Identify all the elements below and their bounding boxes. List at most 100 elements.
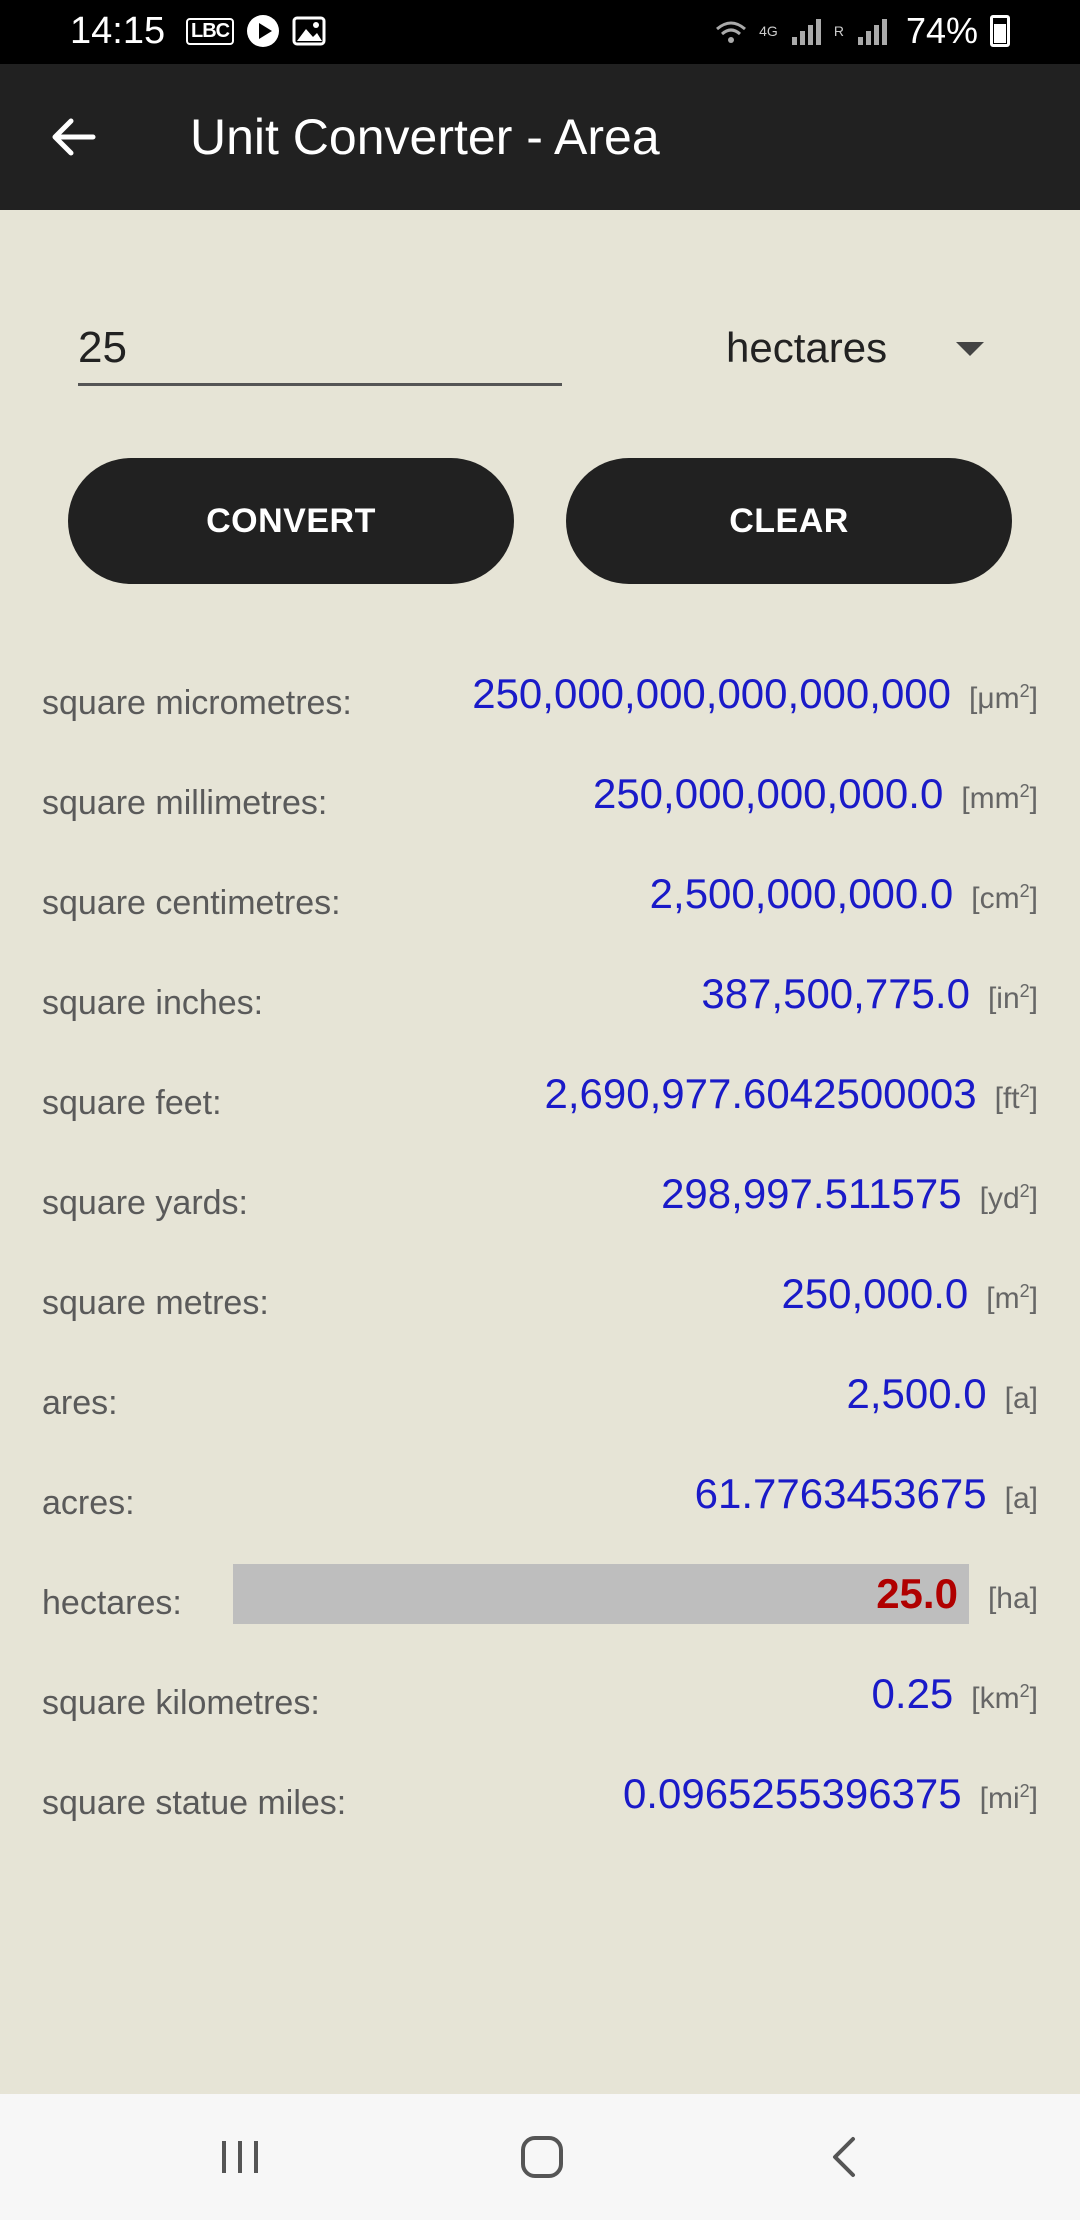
result-value-group: 2,690,977.6042500003 [ft2]: [545, 1070, 1080, 1118]
result-unit: [in2]: [987, 981, 1038, 1015]
result-row: square metres: 250,000.0 [m2]: [0, 1250, 1080, 1350]
result-unit-exponent: 2: [1019, 1781, 1030, 1801]
result-unit-exponent: 2: [1019, 881, 1030, 901]
status-bar: 14:15 LBC 4G R 74%: [0, 0, 1080, 64]
result-value-group: 0.0965255396375 [mi2]: [623, 1770, 1080, 1818]
result-value-group: 250,000.0 [m2]: [781, 1270, 1080, 1318]
result-unit: [ft2]: [994, 1081, 1038, 1115]
result-value: 2,500.0: [846, 1370, 987, 1417]
result-row: square millimetres: 250,000,000,000.0 [mm2…: [0, 750, 1080, 850]
result-label: square micrometres:: [42, 684, 352, 722]
result-unit-symbol: cm: [979, 882, 1020, 915]
result-unit-symbol: in: [996, 982, 1020, 1015]
result-label: square metres:: [42, 1284, 269, 1322]
result-unit: [cm2]: [971, 881, 1038, 915]
status-time: 14:15: [70, 10, 166, 52]
result-row: square statue miles: 0.0965255396375 [mi2]: [0, 1750, 1080, 1850]
result-unit-exponent: 2: [1019, 781, 1030, 801]
unit-dropdown[interactable]: hectares: [700, 312, 1000, 386]
result-label: square statue miles:: [42, 1784, 347, 1822]
result-unit: [mm2]: [961, 781, 1038, 815]
result-row: ares: 2,500.0 [a]: [0, 1350, 1080, 1450]
unit-dropdown-value: hectares: [726, 324, 888, 371]
selected-unit-highlight: [233, 1564, 969, 1624]
results-list: square micrometres: 250,000,000,000,000,0…: [0, 650, 1080, 1850]
result-unit: [μm2]: [969, 681, 1038, 715]
result-value-group: 0.25 [km2]: [872, 1670, 1080, 1718]
result-label: hectares:: [42, 1584, 182, 1622]
result-row: square yards: 298,997.511575 [yd2]: [0, 1150, 1080, 1250]
network-type-label: 4G: [759, 23, 778, 39]
result-value: 0.0965255396375: [622, 1770, 962, 1817]
battery-icon: [990, 15, 1010, 47]
result-unit-symbol: yd: [987, 1182, 1020, 1215]
back-nav-button[interactable]: [809, 2124, 879, 2190]
result-unit: [a]: [1004, 1482, 1038, 1515]
result-unit: [mi2]: [979, 1781, 1038, 1815]
dropdown-arrow-icon: [956, 342, 984, 356]
result-row: acres: 61.7763453675 [a]: [0, 1450, 1080, 1550]
result-label: square kilometres:: [42, 1684, 320, 1722]
result-label: square yards:: [42, 1184, 248, 1222]
result-value-group: 250,000,000,000,000,000 [μm2]: [472, 670, 1080, 718]
result-value: 387,500,775.0: [701, 970, 970, 1017]
result-value-group: 2,500.0 [a]: [846, 1370, 1080, 1418]
result-unit: [km2]: [971, 1681, 1038, 1715]
result-value: 2,690,977.6042500003: [544, 1070, 977, 1117]
recent-apps-icon: [222, 2141, 258, 2173]
recent-apps-button[interactable]: [205, 2124, 275, 2190]
result-value: 61.7763453675: [694, 1470, 987, 1517]
result-value: 250,000.0: [781, 1270, 969, 1317]
result-value: 0.25: [871, 1670, 954, 1717]
result-unit: [ha]: [987, 1582, 1038, 1615]
result-unit-exponent: 2: [1019, 981, 1030, 1001]
result-unit-exponent: 2: [1019, 1181, 1030, 1201]
home-button[interactable]: [507, 2124, 577, 2190]
result-unit: [yd2]: [979, 1181, 1038, 1215]
signal-icon: [791, 19, 821, 45]
result-unit-symbol: mm: [969, 782, 1020, 815]
value-input[interactable]: [78, 312, 562, 386]
result-label: square feet:: [42, 1084, 222, 1122]
result-row: square centimetres: 2,500,000,000.0 [cm2]: [0, 850, 1080, 950]
result-label: square millimetres:: [42, 784, 328, 822]
result-unit-symbol: μm: [977, 682, 1020, 715]
clear-button[interactable]: CLEAR: [566, 458, 1012, 584]
signal-icon-2: [857, 19, 887, 45]
convert-button[interactable]: CONVERT: [68, 458, 514, 584]
result-unit-symbol: ft: [1002, 1082, 1020, 1115]
result-value-group: 250,000,000,000.0 [mm2]: [593, 770, 1080, 818]
result-unit-exponent: 2: [1019, 1081, 1030, 1101]
result-value-group: 25.0 [ha]: [876, 1570, 1080, 1618]
play-icon: [247, 15, 280, 47]
result-row: square inches: 387,500,775.0 [in2]: [0, 950, 1080, 1050]
result-label: ares:: [42, 1384, 118, 1422]
result-unit-exponent: 2: [1019, 681, 1030, 701]
result-value: 2,500,000,000.0: [649, 870, 954, 917]
roaming-label: R: [833, 23, 844, 39]
result-label: square inches:: [42, 984, 264, 1022]
result-unit-symbol: a: [1012, 1382, 1030, 1415]
home-icon: [521, 2136, 563, 2178]
result-unit: [a]: [1004, 1382, 1038, 1415]
result-unit-exponent: 2: [1019, 1281, 1030, 1301]
app-bar: Unit Converter - Area: [0, 64, 1080, 210]
back-button[interactable]: [40, 104, 106, 170]
result-unit-symbol: mi: [987, 1782, 1020, 1815]
result-value-group: 298,997.511575 [yd2]: [661, 1170, 1080, 1218]
result-value: 250,000,000,000,000,000: [472, 670, 952, 717]
result-unit-symbol: m: [994, 1282, 1020, 1315]
page-title: Unit Converter - Area: [190, 109, 660, 165]
system-nav-bar: [0, 2094, 1080, 2220]
result-value: 298,997.511575: [661, 1170, 962, 1217]
result-unit-exponent: 2: [1019, 1681, 1030, 1701]
result-label: square centimetres:: [42, 884, 341, 922]
result-row: square kilometres: 0.25 [km2]: [0, 1650, 1080, 1750]
result-unit: [m2]: [986, 1281, 1038, 1315]
system-status-icons: 4G R 74%: [713, 10, 1010, 52]
result-unit-symbol: a: [1012, 1482, 1030, 1515]
result-row: hectares: 25.0 [ha]: [0, 1550, 1080, 1650]
chevron-left-icon: [833, 2137, 855, 2177]
result-value-group: 2,500,000,000.0 [cm2]: [650, 870, 1080, 918]
arrow-back-icon: [52, 118, 96, 156]
